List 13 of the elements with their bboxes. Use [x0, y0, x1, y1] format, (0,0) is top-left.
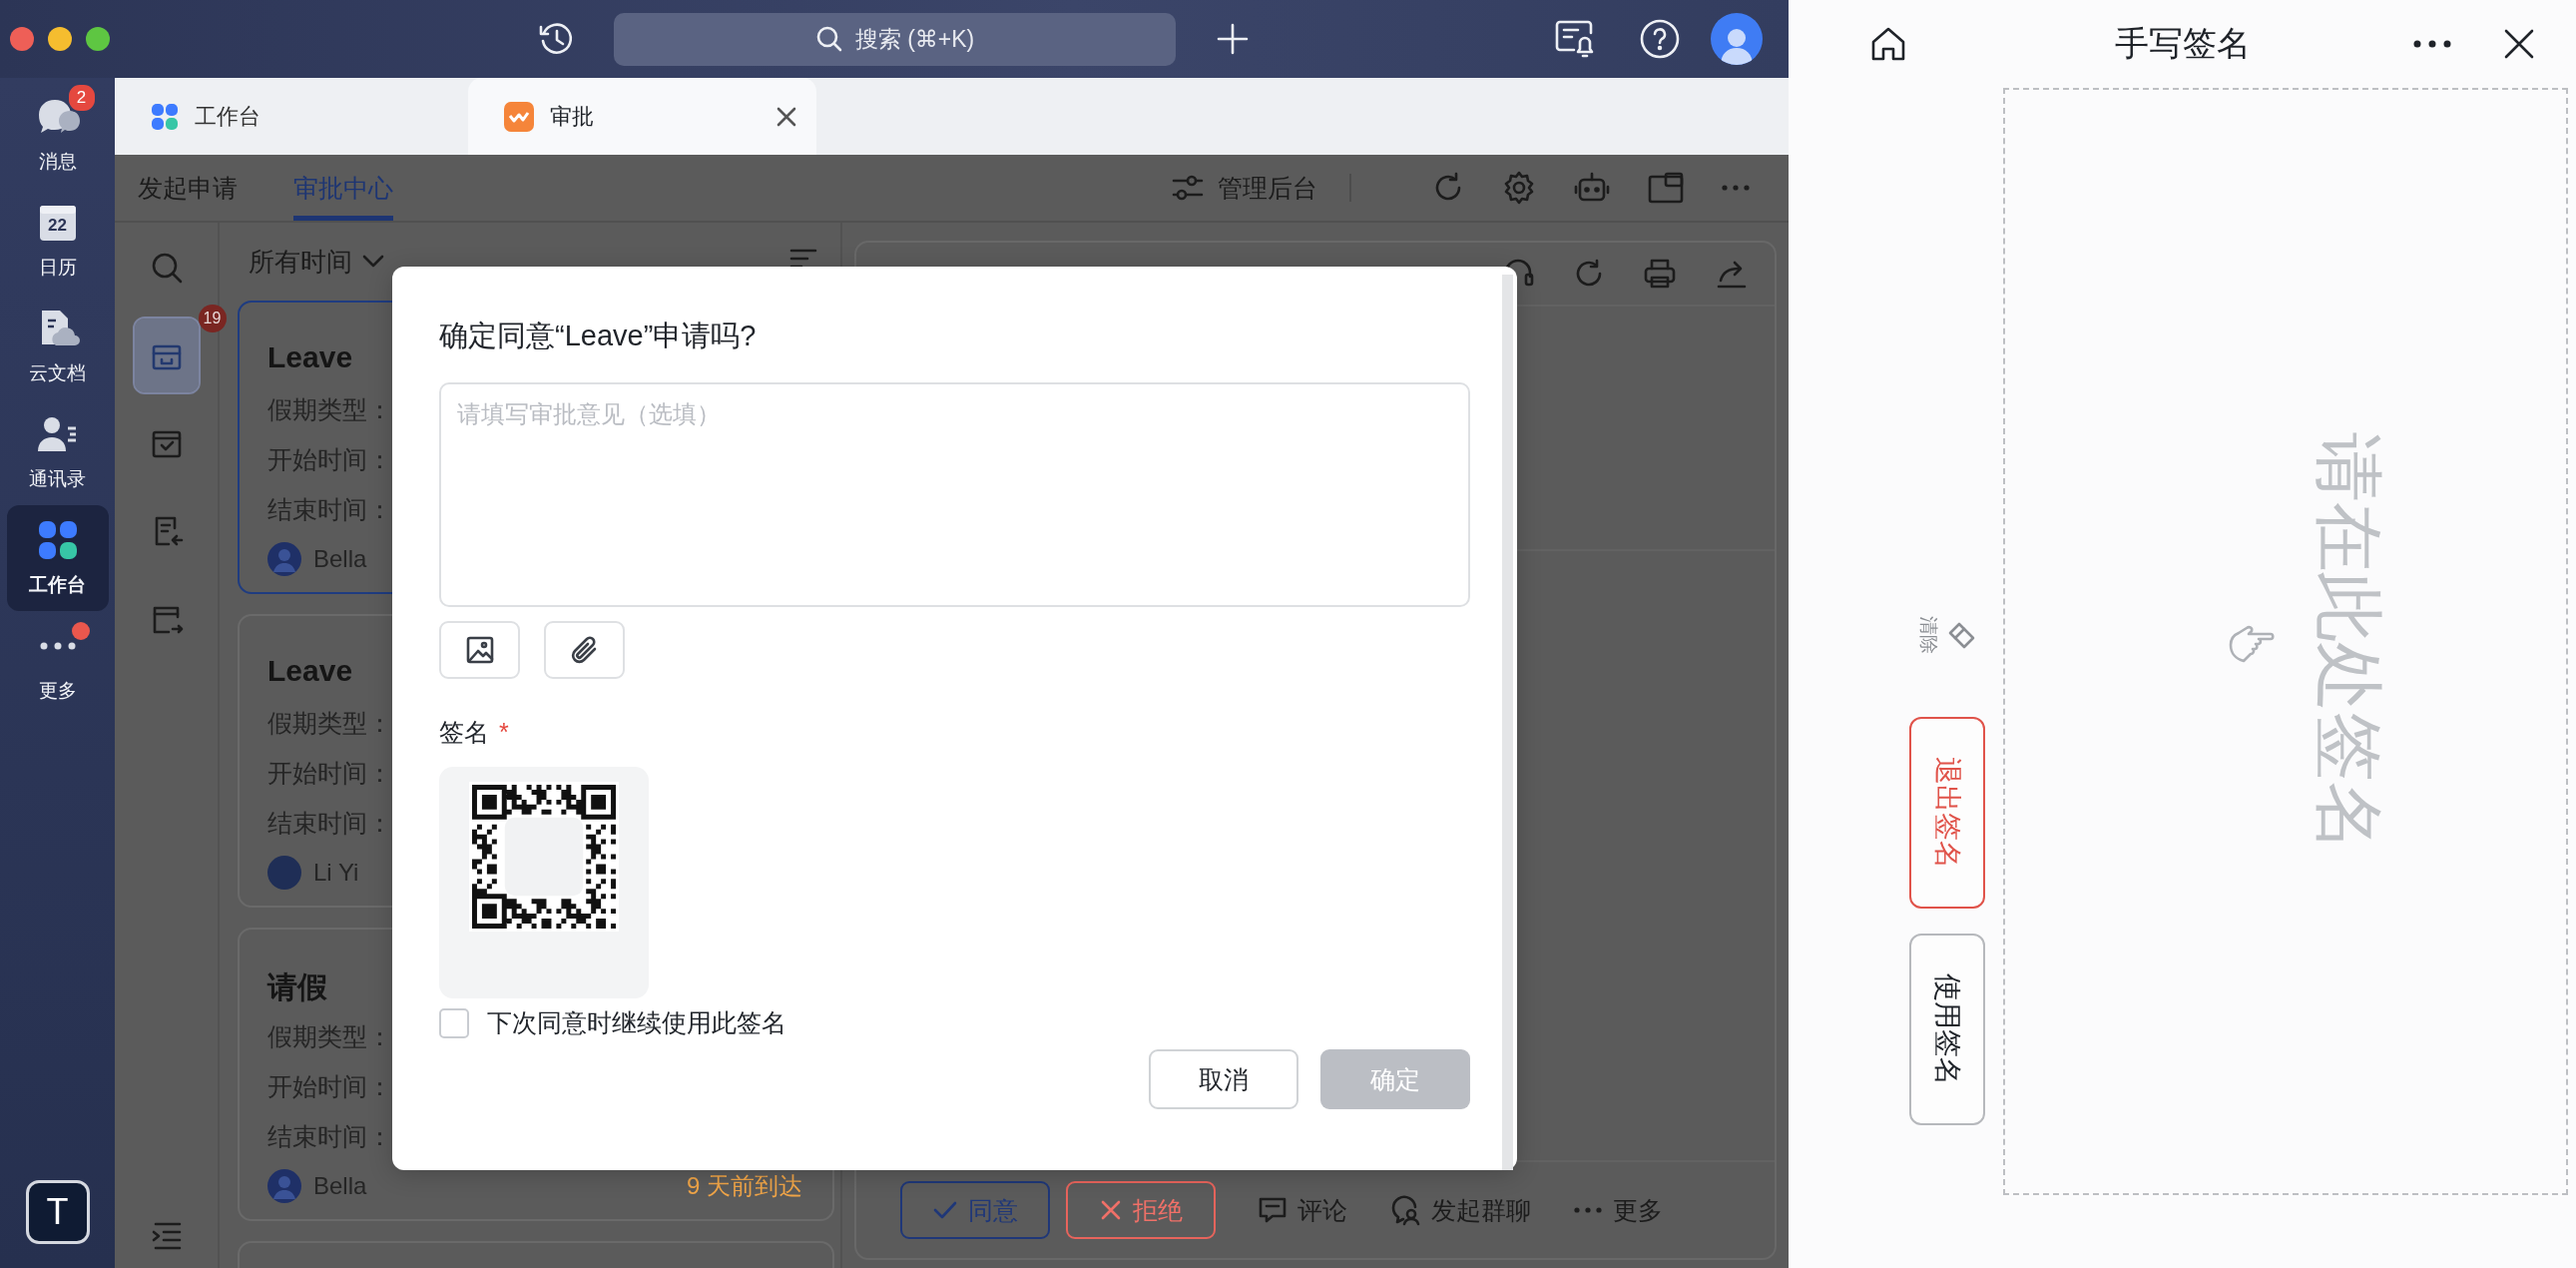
signature-hint: 请在此处签名	[2309, 431, 2388, 852]
signature-label: 签名	[439, 716, 489, 748]
card-title: Leave	[267, 340, 353, 375]
checkbox-label: 下次同意时继续使用此签名	[487, 1007, 786, 1038]
required-mark: *	[499, 717, 509, 747]
page-title: 手写签名	[2114, 23, 2251, 64]
card-title: 请假	[267, 969, 327, 1005]
calendar-date: 22	[48, 216, 67, 236]
card-title: Leave	[267, 654, 353, 689]
count-badge: 19	[198, 305, 227, 332]
notification-badge: 2	[66, 83, 97, 113]
dialog-title: 确定同意“Leave”申请吗?	[439, 318, 758, 353]
arrival-time: 9 天前到达	[687, 1171, 802, 1201]
